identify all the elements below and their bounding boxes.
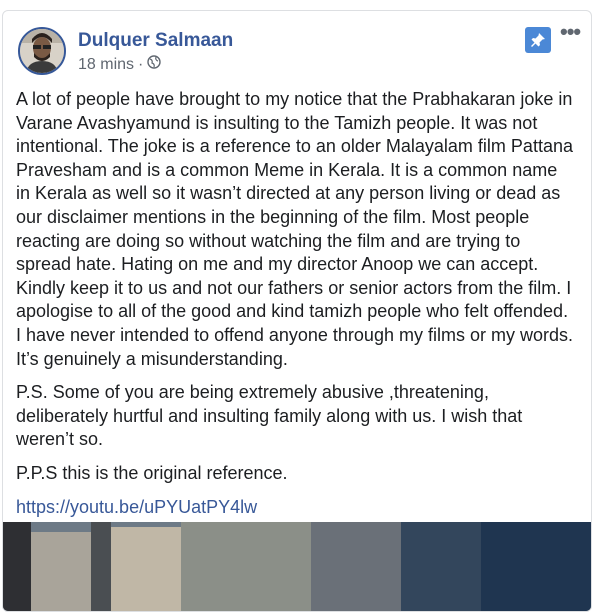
post-media-thumbnail[interactable] (3, 522, 591, 611)
globe-icon[interactable] (147, 55, 162, 74)
post-card: Dulquer Salmaan 18 mins · ••• A lot of p… (2, 10, 592, 612)
post-meta: 18 mins · (78, 55, 162, 74)
post-link[interactable]: https://youtu.be/uPYUatPY4lw (16, 497, 257, 517)
post-paragraph: P.S. Some of you are being extremely abu… (16, 382, 523, 450)
post-paragraph: P.P.S this is the original reference. (16, 462, 288, 483)
avatar[interactable] (18, 27, 66, 75)
post-paragraph: A lot of people have brought to my notic… (16, 89, 573, 369)
pin-icon[interactable] (525, 27, 551, 53)
author-name[interactable]: Dulquer Salmaan (78, 30, 233, 52)
more-options-icon[interactable]: ••• (560, 21, 581, 43)
post-time[interactable]: 18 mins (78, 56, 134, 74)
meta-separator: · (138, 55, 144, 73)
post-body: A lot of people have brought to my notic… (16, 88, 576, 529)
